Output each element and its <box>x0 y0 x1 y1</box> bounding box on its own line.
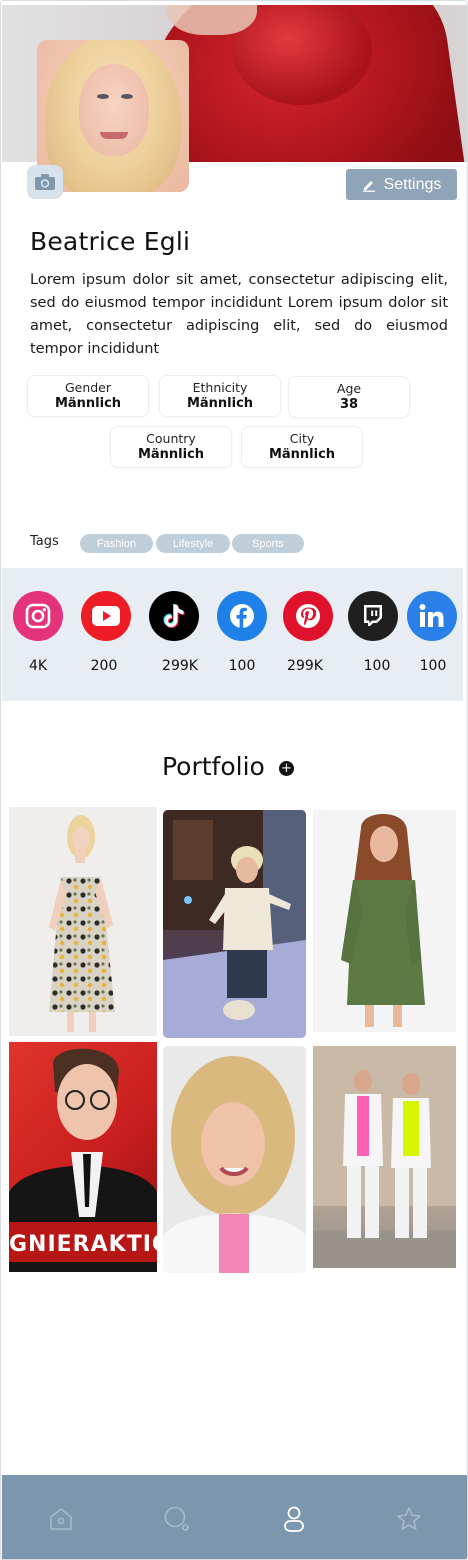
social-facebook[interactable] <box>217 591 267 641</box>
linkedin-count: 100 <box>419 658 447 674</box>
portfolio-title: Portfolio <box>162 752 265 781</box>
facebook-count: 100 <box>228 658 256 674</box>
portfolio-photo-6[interactable] <box>313 1046 456 1268</box>
change-photo-button[interactable] <box>27 165 63 199</box>
social-youtube[interactable] <box>81 591 131 641</box>
social-tiktok[interactable] <box>149 591 199 641</box>
detail-country: Country Männlich <box>110 426 232 468</box>
detail-city: City Männlich <box>241 426 363 468</box>
social-twitch[interactable] <box>348 591 398 641</box>
nav-home[interactable] <box>47 1505 75 1533</box>
nav-favorites[interactable] <box>395 1505 423 1533</box>
youtube-icon <box>92 606 120 626</box>
profile-name: Beatrice Egli <box>30 227 191 256</box>
detail-age: Age 38 <box>288 376 410 418</box>
twitch-count: 100 <box>363 658 391 674</box>
home-icon <box>50 1508 72 1530</box>
twitch-icon <box>364 605 382 626</box>
add-portfolio-button[interactable]: + <box>279 761 294 776</box>
plus-icon: + <box>281 761 292 776</box>
linkedin-icon <box>419 604 444 627</box>
profile-bio: Lorem ipsum dolor sit amet, consectetur … <box>30 272 448 357</box>
pinterest-count: 299K <box>287 658 323 674</box>
tiktok-count: 299K <box>162 658 198 674</box>
photo-4-caption: GNIERAKTIO <box>9 1232 157 1257</box>
social-linkedin[interactable] <box>407 591 457 641</box>
pencil-icon <box>362 180 375 192</box>
search-icon <box>164 1506 189 1531</box>
settings-label: Settings <box>383 175 442 193</box>
portfolio-photo-1[interactable] <box>9 807 157 1036</box>
youtube-count: 200 <box>90 658 118 674</box>
social-instagram[interactable] <box>13 591 63 641</box>
detail-gender: Gender Männlich <box>27 375 149 417</box>
detail-ethnicity: Ethnicity Männlich <box>159 375 281 417</box>
tag-lifestyle[interactable]: Lifestyle <box>156 534 230 553</box>
nav-search[interactable] <box>163 1505 191 1533</box>
camera-icon <box>35 174 55 190</box>
star-icon <box>397 1507 421 1530</box>
social-pinterest[interactable] <box>283 591 333 641</box>
portfolio-photo-5[interactable] <box>163 1046 306 1273</box>
pinterest-icon <box>296 604 320 628</box>
profile-screen: Settings Beatrice Egli Lorem ipsum dolor… <box>0 0 468 1560</box>
portfolio-photo-3[interactable] <box>313 810 456 1032</box>
instagram-icon <box>25 603 51 629</box>
tag-sports[interactable]: Sports <box>232 534 304 553</box>
tags-label: Tags <box>30 534 59 549</box>
nav-profile[interactable] <box>280 1505 308 1533</box>
tag-fashion[interactable]: Fashion <box>80 534 153 553</box>
facebook-icon <box>230 604 254 628</box>
user-icon <box>284 1506 304 1532</box>
settings-button[interactable]: Settings <box>346 169 457 200</box>
portfolio-photo-4[interactable]: GNIERAKTIO <box>9 1042 157 1272</box>
instagram-count: 4K <box>28 658 48 674</box>
tiktok-icon <box>163 604 185 628</box>
portfolio-photo-2[interactable] <box>163 810 306 1038</box>
